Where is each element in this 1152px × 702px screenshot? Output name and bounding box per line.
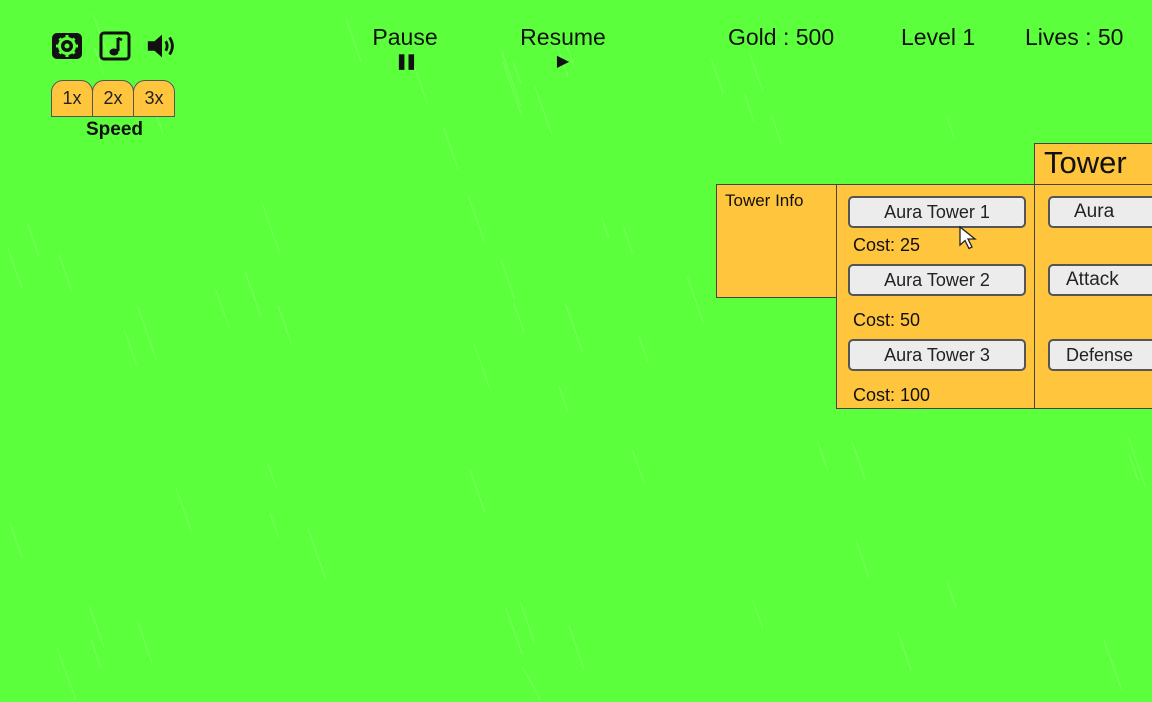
rain-streak [519,601,535,643]
rain-streak [749,52,764,91]
category-divider [1034,184,1152,185]
resume-button[interactable]: Resume ▶ [508,24,618,71]
lives-counter: Lives : 50 [1025,24,1124,50]
rain-streak [946,116,955,138]
rain-streak [1128,454,1139,481]
speed-1x-button[interactable]: 1x [51,80,93,117]
rain-streak [467,196,486,244]
rain-streak [136,620,153,664]
rain-streak [601,217,610,239]
aura-tower-3-cost: Cost: 100 [853,385,931,405]
rain-streak [244,271,262,316]
rain-streak [307,528,327,580]
rain-streak [469,469,486,513]
rain-streak [522,667,541,701]
aura-tower-3-button[interactable]: Aura Tower 3 [848,339,1026,371]
sound-button[interactable] [145,30,179,62]
rain-streak [771,116,782,144]
rain-streak [851,441,867,482]
tower-category-title: Tower [1044,145,1127,180]
rain-streak [558,386,568,412]
gear-icon [52,33,82,59]
rain-streak [90,638,102,668]
speed-2x-button[interactable]: 2x [92,80,134,117]
resume-label: Resume [520,24,606,50]
rain-streak [269,512,279,538]
rain-streak [1103,639,1122,690]
rain-streak [946,581,957,608]
rain-streak [743,93,755,122]
tower-info-panel: Tower Info [716,184,837,298]
rain-streak [7,248,23,289]
rain-streak [568,625,585,670]
rain-streak [855,539,870,578]
rain-streak [56,647,77,701]
level-indicator: Level 1 [901,24,976,50]
rain-streak [500,260,516,300]
settings-button[interactable] [50,30,84,62]
rain-streak [9,521,23,558]
speaker-icon [147,34,174,58]
rain-streak [534,86,552,135]
rain-streak [175,487,193,533]
rain-streak [267,463,278,490]
music-button[interactable] [98,30,132,62]
aura-tower-2-cost: Cost: 50 [853,310,921,330]
rain-streak [897,631,912,671]
pause-icon: ❚❚ [395,53,417,70]
rain-streak [564,302,583,353]
rain-streak [816,440,829,471]
rain-streak [638,336,649,363]
category-aura-button[interactable]: Aura [1048,196,1152,228]
pause-button[interactable]: Pause ❚❚ [364,24,446,71]
speed-label: Speed [85,119,144,140]
aura-tower-1-cost: Cost: 25 [853,235,921,255]
rain-streak [710,59,724,94]
mouse-cursor-icon [959,225,977,250]
tower-info-title: Tower Info [725,191,804,210]
rain-streak [137,306,157,361]
pause-label: Pause [372,24,438,50]
rain-streak [752,599,764,629]
category-defense-button[interactable]: Defense [1048,339,1152,371]
rain-streak [473,343,490,389]
speed-selector: 1x 2x 3x [51,80,175,117]
gold-counter: Gold : 500 [728,24,835,50]
rain-streak [89,606,105,648]
rain-streak [26,223,40,256]
rain-streak [623,227,633,254]
music-note-icon [99,31,131,61]
rain-streak [442,126,459,171]
rain-streak [505,608,523,655]
rain-streak [513,302,525,333]
aura-tower-2-button[interactable]: Aura Tower 2 [848,264,1026,296]
category-attack-button[interactable]: Attack [1048,264,1152,296]
play-icon: ▶ [556,53,570,70]
rain-streak [262,204,280,253]
rain-streak [123,329,137,365]
rain-streak [1128,438,1147,488]
speed-3x-button[interactable]: 3x [133,80,175,117]
rain-streak [346,20,362,62]
rain-streak [215,289,230,329]
aura-tower-1-button[interactable]: Aura Tower 1 [848,196,1026,228]
rain-streak [58,254,73,292]
rain-streak [277,305,292,344]
rain-streak [686,277,705,324]
rain-streak [632,449,645,484]
